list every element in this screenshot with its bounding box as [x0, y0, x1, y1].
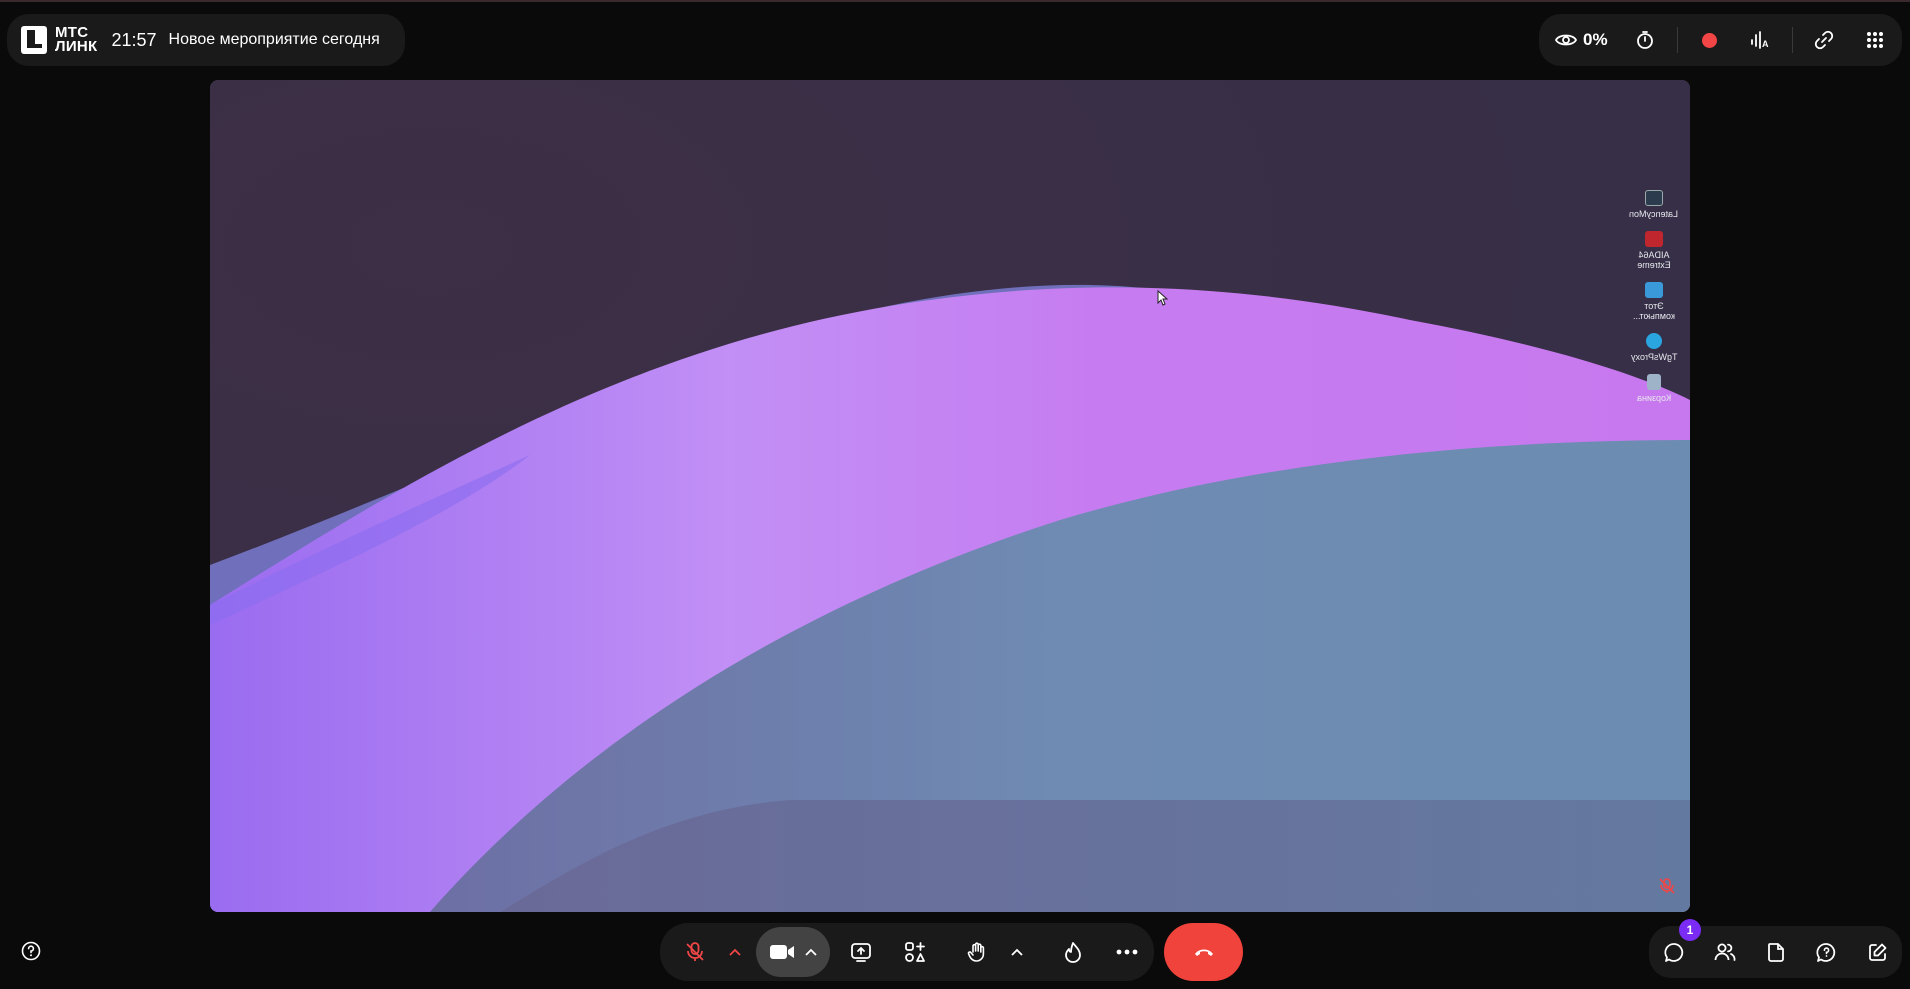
desktop-icon-label: TgWsProxy: [1630, 352, 1678, 362]
side-panels-toolbar: 1: [1649, 919, 1902, 978]
mts-link-logo: МТС ЛИНК: [21, 24, 98, 55]
screen-share-icon: [851, 943, 871, 962]
apps-button[interactable]: [896, 930, 934, 974]
questions-button[interactable]: [1807, 933, 1845, 971]
telegram-icon: [1645, 333, 1662, 349]
mouse-cursor-icon: [1157, 289, 1169, 311]
recycle-bin-icon: [1646, 374, 1661, 390]
desktop-icon-label: Этот компьют...: [1633, 301, 1675, 321]
hand-icon: [967, 942, 985, 962]
chat-button[interactable]: 1: [1655, 919, 1701, 971]
audio-level-icon: A: [1751, 31, 1769, 49]
participants-button[interactable]: [1706, 933, 1744, 971]
attention-percent: 0%: [1583, 30, 1608, 49]
audio-settings-button[interactable]: A: [1741, 21, 1779, 59]
microphone-toggle-button[interactable]: [676, 930, 714, 974]
event-title: Новое мероприятие сегодня: [168, 31, 380, 48]
video-camera-icon: [770, 945, 794, 959]
desktop-icon-tgwsproxy[interactable]: TgWsProxy: [1630, 333, 1678, 362]
desktop-icon-this-pc[interactable]: Этот компьют...: [1628, 282, 1680, 321]
record-button[interactable]: [1690, 21, 1728, 59]
reaction-fire-button[interactable]: [1054, 930, 1092, 974]
svg-text:A: A: [1762, 39, 1769, 49]
eye-icon: [1555, 34, 1577, 46]
desktop-icon-recycle-bin[interactable]: Корзина: [1637, 374, 1671, 403]
more-options-button[interactable]: [1108, 930, 1146, 974]
apps-menu-button[interactable]: [1856, 21, 1894, 59]
chat-unread-badge: 1: [1679, 919, 1701, 941]
record-dot-icon: [1701, 32, 1717, 48]
desktop-icon-label: Корзина: [1636, 393, 1672, 403]
file-icon: [1767, 943, 1784, 962]
camera-toggle-button[interactable]: [756, 927, 830, 977]
latencymon-icon: [1645, 190, 1663, 206]
timer-button[interactable]: [1626, 21, 1664, 59]
help-button[interactable]: [14, 934, 48, 968]
mic-off-icon: [686, 942, 704, 961]
desktop-icon-label: AIDA64 Extreme: [1637, 250, 1671, 270]
mts-link-logo-icon: [21, 26, 47, 54]
toolbar-divider: [1676, 27, 1678, 53]
more-dots-icon: [1116, 949, 1138, 955]
notes-button[interactable]: [1858, 933, 1896, 971]
desktop-icon-aida64[interactable]: AIDA64 Extreme: [1628, 231, 1680, 270]
chat-bubble-icon: [1663, 942, 1683, 962]
question-circle-icon: [21, 941, 41, 961]
reactions-options-button[interactable]: [998, 930, 1036, 974]
users-icon: [1714, 943, 1736, 961]
chevron-up-icon[interactable]: [805, 948, 817, 956]
toolbar-divider: [1791, 27, 1793, 53]
event-header: МТС ЛИНК 21:57 Новое мероприятие сегодня: [7, 14, 405, 66]
aida64-icon: [1645, 231, 1663, 247]
shapes-add-icon: [905, 942, 925, 962]
phone-hangup-icon: [1194, 949, 1213, 956]
raise-hand-button[interactable]: [958, 930, 996, 974]
desktop-icons: LatencyMon AIDA64 Extreme Этот компьют..…: [1628, 190, 1680, 403]
stopwatch-icon: [1637, 31, 1654, 49]
top-toolbar: 0% A: [1539, 14, 1902, 66]
chevron-up-icon: [1011, 948, 1023, 956]
screen-share-stage: LatencyMon AIDA64 Extreme Этот компьют..…: [210, 80, 1690, 912]
desktop-icon-label: LatencyMon: [1629, 209, 1679, 219]
this-pc-icon: [1645, 282, 1663, 298]
flame-icon: [1065, 942, 1081, 963]
end-call-button[interactable]: [1164, 923, 1243, 981]
chevron-up-icon: [729, 948, 741, 956]
edit-note-icon: [1868, 943, 1886, 961]
logo-text: МТС ЛИНК: [55, 24, 98, 55]
microphone-options-button[interactable]: [716, 930, 754, 974]
share-screen-button[interactable]: [842, 930, 880, 974]
desktop-wallpaper: [210, 80, 1690, 912]
speaker-muted-indicator: [1658, 877, 1676, 900]
copy-link-button[interactable]: [1805, 21, 1843, 59]
desktop-icon-latencymon[interactable]: LatencyMon: [1629, 190, 1679, 219]
clock: 21:57: [111, 29, 157, 50]
mic-off-icon: [1659, 878, 1675, 894]
viewers-eye-button[interactable]: [1547, 21, 1585, 59]
call-controls: [660, 923, 1154, 981]
grid-icon: [1866, 32, 1883, 48]
link-icon: [1815, 30, 1834, 50]
top-edge-line: [0, 0, 1910, 2]
materials-button[interactable]: [1757, 933, 1795, 971]
question-bubble-icon: [1816, 942, 1835, 962]
